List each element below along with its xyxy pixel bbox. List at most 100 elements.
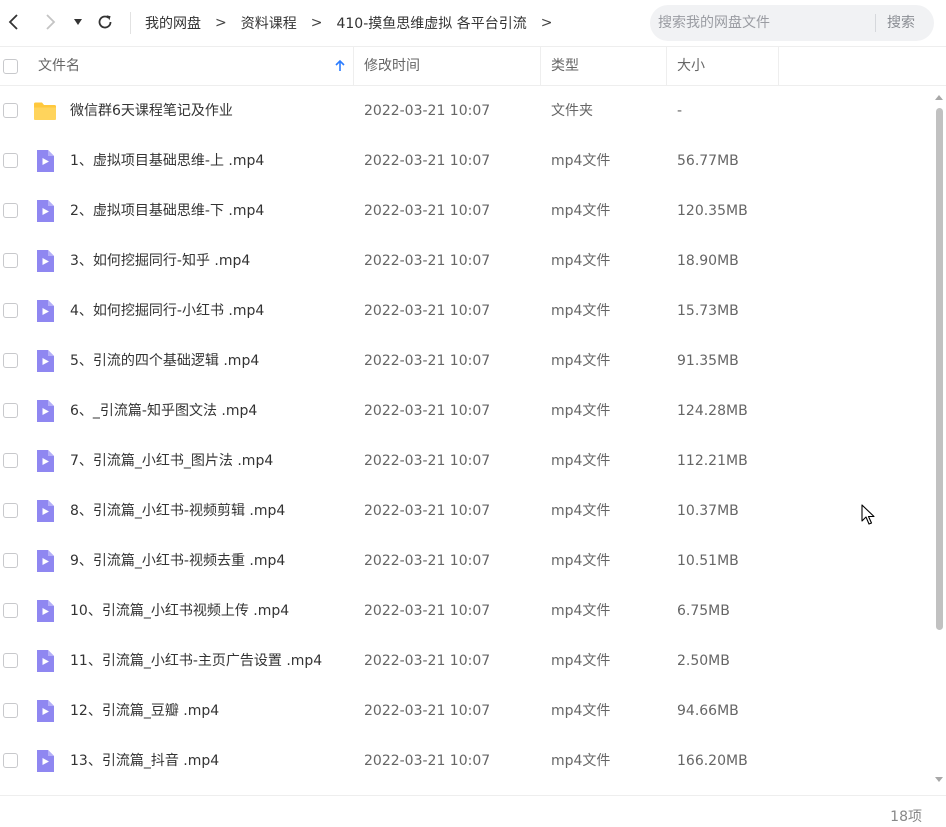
row-checkbox[interactable] xyxy=(3,753,18,768)
row-checkbox[interactable] xyxy=(3,103,18,118)
file-size: 91.35MB xyxy=(677,353,739,369)
table-row[interactable]: 微信群6天课程笔记及作业 2022-03-21 10:07 文件夹 - xyxy=(0,86,930,136)
column-divider[interactable] xyxy=(353,47,354,86)
file-size: 112.21MB xyxy=(677,453,748,469)
row-checkbox[interactable] xyxy=(3,253,18,268)
table-row[interactable]: 5、引流的四个基础逻辑 .mp4 2022-03-21 10:07 mp4文件 … xyxy=(0,336,930,386)
file-type: mp4文件 xyxy=(551,303,611,319)
file-size: 120.35MB xyxy=(677,203,748,219)
table-row[interactable]: 6、_引流篇-知乎图文法 .mp4 2022-03-21 10:07 mp4文件… xyxy=(0,386,930,436)
file-size: 6.75MB xyxy=(677,603,730,619)
refresh-icon xyxy=(98,15,112,29)
file-name: 6、_引流篇-知乎图文法 .mp4 xyxy=(70,403,258,419)
search-divider xyxy=(875,14,876,32)
file-type: mp4文件 xyxy=(551,653,611,669)
file-size: 15.73MB xyxy=(677,303,739,319)
file-modified-time: 2022-03-21 10:07 xyxy=(364,203,491,219)
file-size: 10.37MB xyxy=(677,503,739,519)
breadcrumb-item-my-drive[interactable]: 我的网盘 xyxy=(145,13,201,33)
row-checkbox[interactable] xyxy=(3,303,18,318)
table-row[interactable]: 11、引流篇_小红书-主页广告设置 .mp4 2022-03-21 10:07 … xyxy=(0,636,930,686)
row-checkbox[interactable] xyxy=(3,403,18,418)
column-divider[interactable] xyxy=(778,47,779,86)
breadcrumb-item-course-materials[interactable]: 资料课程 xyxy=(241,13,297,33)
file-size: 2.50MB xyxy=(677,653,730,669)
breadcrumb-item-current-folder[interactable]: 410-摸鱼思维虚拟 各平台引流 xyxy=(336,13,526,33)
file-modified-time: 2022-03-21 10:07 xyxy=(364,403,491,419)
file-type: mp4文件 xyxy=(551,203,611,219)
refresh-button[interactable] xyxy=(94,11,116,33)
file-type: mp4文件 xyxy=(551,503,611,519)
scroll-up-arrow-icon[interactable] xyxy=(934,92,944,102)
row-checkbox[interactable] xyxy=(3,653,18,668)
file-modified-time: 2022-03-21 10:07 xyxy=(364,603,491,619)
table-row[interactable]: 13、引流篇_抖音 .mp4 2022-03-21 10:07 mp4文件 16… xyxy=(0,736,930,786)
table-header: 文件名 修改时间 类型 大小 xyxy=(0,46,946,86)
column-header-type[interactable]: 类型 xyxy=(551,47,579,86)
scroll-down-arrow-icon[interactable] xyxy=(934,775,944,785)
video-file-icon xyxy=(37,200,54,222)
search-input[interactable] xyxy=(650,5,870,41)
breadcrumb-separator: > xyxy=(215,15,227,31)
search-button[interactable]: 搜索 xyxy=(887,5,915,41)
caret-down-icon xyxy=(74,19,82,25)
file-type: mp4文件 xyxy=(551,403,611,419)
scrollbar-thumb[interactable] xyxy=(936,108,943,630)
file-type: mp4文件 xyxy=(551,453,611,469)
file-modified-time: 2022-03-21 10:07 xyxy=(364,353,491,369)
file-modified-time: 2022-03-21 10:07 xyxy=(364,653,491,669)
row-checkbox[interactable] xyxy=(3,153,18,168)
column-divider[interactable] xyxy=(540,47,541,86)
row-checkbox[interactable] xyxy=(3,503,18,518)
column-header-name[interactable]: 文件名 xyxy=(38,47,80,86)
row-checkbox[interactable] xyxy=(3,453,18,468)
toolbar-divider xyxy=(130,12,131,34)
file-modified-time: 2022-03-21 10:07 xyxy=(364,703,491,719)
row-checkbox[interactable] xyxy=(3,603,18,618)
file-name: 13、引流篇_抖音 .mp4 xyxy=(70,753,220,769)
row-checkbox[interactable] xyxy=(3,203,18,218)
file-modified-time: 2022-03-21 10:07 xyxy=(364,503,491,519)
file-type: mp4文件 xyxy=(551,153,611,169)
column-header-modified[interactable]: 修改时间 xyxy=(364,47,420,86)
file-size: 166.20MB xyxy=(677,753,748,769)
file-type: mp4文件 xyxy=(551,553,611,569)
forward-button[interactable] xyxy=(39,11,61,33)
table-row[interactable]: 9、引流篇_小红书-视频去重 .mp4 2022-03-21 10:07 mp4… xyxy=(0,536,930,586)
select-all-checkbox[interactable] xyxy=(3,59,18,74)
video-file-icon xyxy=(37,550,54,572)
row-checkbox[interactable] xyxy=(3,703,18,718)
column-header-size[interactable]: 大小 xyxy=(677,47,705,86)
arrow-up-icon[interactable] xyxy=(333,59,347,73)
file-name: 3、如何挖掘同行-知乎 .mp4 xyxy=(70,253,251,269)
file-type: mp4文件 xyxy=(551,603,611,619)
video-file-icon xyxy=(37,750,54,772)
back-button[interactable] xyxy=(3,11,25,33)
video-file-icon xyxy=(37,300,54,322)
toolbar: 我的网盘 > 资料课程 > 410-摸鱼思维虚拟 各平台引流 > 搜索 xyxy=(0,0,946,46)
file-modified-time: 2022-03-21 10:07 xyxy=(364,253,491,269)
file-modified-time: 2022-03-21 10:07 xyxy=(364,303,491,319)
item-count: 18项 xyxy=(890,809,922,825)
table-row[interactable]: 3、如何挖掘同行-知乎 .mp4 2022-03-21 10:07 mp4文件 … xyxy=(0,236,930,286)
file-name: 微信群6天课程笔记及作业 xyxy=(70,103,233,119)
table-row[interactable]: 8、引流篇_小红书-视频剪辑 .mp4 2022-03-21 10:07 mp4… xyxy=(0,486,930,536)
table-row[interactable]: 2、虚拟项目基础思维-下 .mp4 2022-03-21 10:07 mp4文件… xyxy=(0,186,930,236)
row-checkbox[interactable] xyxy=(3,353,18,368)
breadcrumb: 我的网盘 > 资料课程 > 410-摸鱼思维虚拟 各平台引流 > xyxy=(145,0,566,46)
file-type: mp4文件 xyxy=(551,253,611,269)
history-dropdown-button[interactable] xyxy=(69,11,87,33)
table-row[interactable]: 1、虚拟项目基础思维-上 .mp4 2022-03-21 10:07 mp4文件… xyxy=(0,136,930,186)
file-modified-time: 2022-03-21 10:07 xyxy=(364,753,491,769)
table-row[interactable]: 4、如何挖掘同行-小红书 .mp4 2022-03-21 10:07 mp4文件… xyxy=(0,286,930,336)
table-row[interactable]: 10、引流篇_小红书视频上传 .mp4 2022-03-21 10:07 mp4… xyxy=(0,586,930,636)
video-file-icon xyxy=(37,450,54,472)
column-divider[interactable] xyxy=(666,47,667,86)
table-row[interactable]: 12、引流篇_豆瓣 .mp4 2022-03-21 10:07 mp4文件 94… xyxy=(0,686,930,736)
file-name: 2、虚拟项目基础思维-下 .mp4 xyxy=(70,203,265,219)
table-row[interactable]: 7、引流篇_小红书_图片法 .mp4 2022-03-21 10:07 mp4文… xyxy=(0,436,930,486)
row-checkbox[interactable] xyxy=(3,553,18,568)
file-name: 9、引流篇_小红书-视频去重 .mp4 xyxy=(70,553,286,569)
video-file-icon xyxy=(37,350,54,372)
file-type: 文件夹 xyxy=(551,103,593,119)
